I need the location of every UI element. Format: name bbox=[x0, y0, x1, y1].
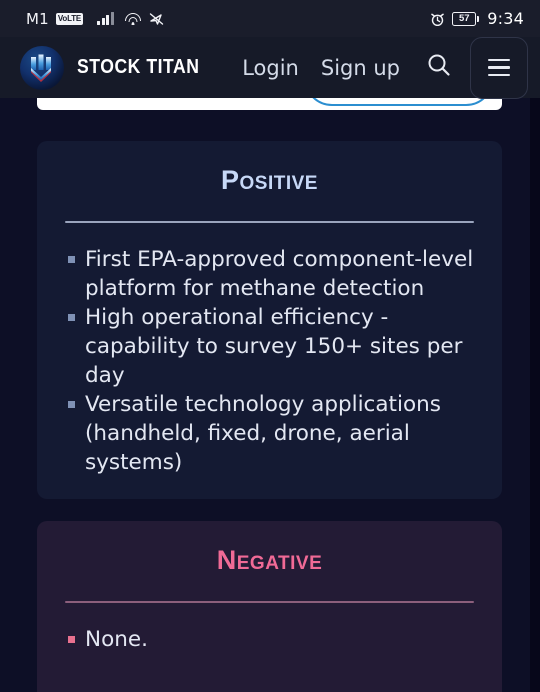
positive-card-divider bbox=[65, 221, 474, 223]
login-link[interactable]: Login bbox=[242, 56, 299, 80]
list-item: None. bbox=[59, 625, 480, 654]
header-nav: Login Sign up bbox=[242, 56, 400, 80]
signal-bars-icon bbox=[97, 12, 114, 25]
carrier-label: M1 bbox=[26, 9, 49, 28]
header-actions bbox=[418, 36, 528, 99]
clock-label: 9:34 bbox=[487, 9, 524, 28]
outlined-action-button[interactable] bbox=[304, 98, 494, 106]
page-content: Positive First EPA-approved component-le… bbox=[0, 98, 530, 692]
negative-card-title: Negative bbox=[216, 545, 323, 575]
signup-link[interactable]: Sign up bbox=[321, 56, 400, 80]
stock-titan-logo-icon bbox=[20, 45, 64, 90]
brand-name-label: STOCK TITAN bbox=[77, 56, 200, 78]
page-body: Positive First EPA-approved component-le… bbox=[0, 98, 540, 692]
page-gutter bbox=[530, 98, 540, 692]
previous-card-remnant bbox=[37, 98, 502, 110]
hamburger-menu-icon bbox=[488, 58, 510, 77]
search-icon bbox=[426, 52, 452, 83]
negative-card: Negative None. bbox=[37, 521, 502, 692]
alarm-clock-icon bbox=[430, 12, 445, 26]
positive-card: Positive First EPA-approved component-le… bbox=[37, 141, 502, 499]
battery-level-label: 57 bbox=[458, 13, 470, 24]
wifi-icon bbox=[124, 12, 141, 25]
negative-bullet-list: None. bbox=[59, 625, 480, 654]
location-off-icon bbox=[149, 12, 164, 26]
list-item: Versatile technology applications (handh… bbox=[59, 390, 480, 477]
list-item: First EPA-approved component-level platf… bbox=[59, 245, 480, 303]
battery-indicator: 57 bbox=[452, 11, 480, 26]
list-item: High operational efficiency - capability… bbox=[59, 303, 480, 390]
status-bar-left: M1 VoLTE bbox=[26, 10, 164, 28]
positive-bullet-list: First EPA-approved component-level platf… bbox=[59, 245, 480, 477]
positive-card-title: Positive bbox=[221, 165, 318, 195]
status-bar: M1 VoLTE 57 9:34 bbox=[0, 0, 540, 37]
phone-screen: M1 VoLTE 57 9:34 STOCK TITAN Login Sign … bbox=[0, 0, 540, 692]
brand-logo-link[interactable]: STOCK TITAN bbox=[20, 45, 216, 90]
search-button[interactable] bbox=[418, 47, 460, 89]
volte-badge: VoLTE bbox=[55, 12, 84, 25]
menu-button[interactable] bbox=[470, 36, 528, 99]
site-header: STOCK TITAN Login Sign up bbox=[0, 36, 540, 99]
status-bar-right: 57 9:34 bbox=[430, 9, 524, 28]
negative-card-divider bbox=[65, 601, 474, 603]
